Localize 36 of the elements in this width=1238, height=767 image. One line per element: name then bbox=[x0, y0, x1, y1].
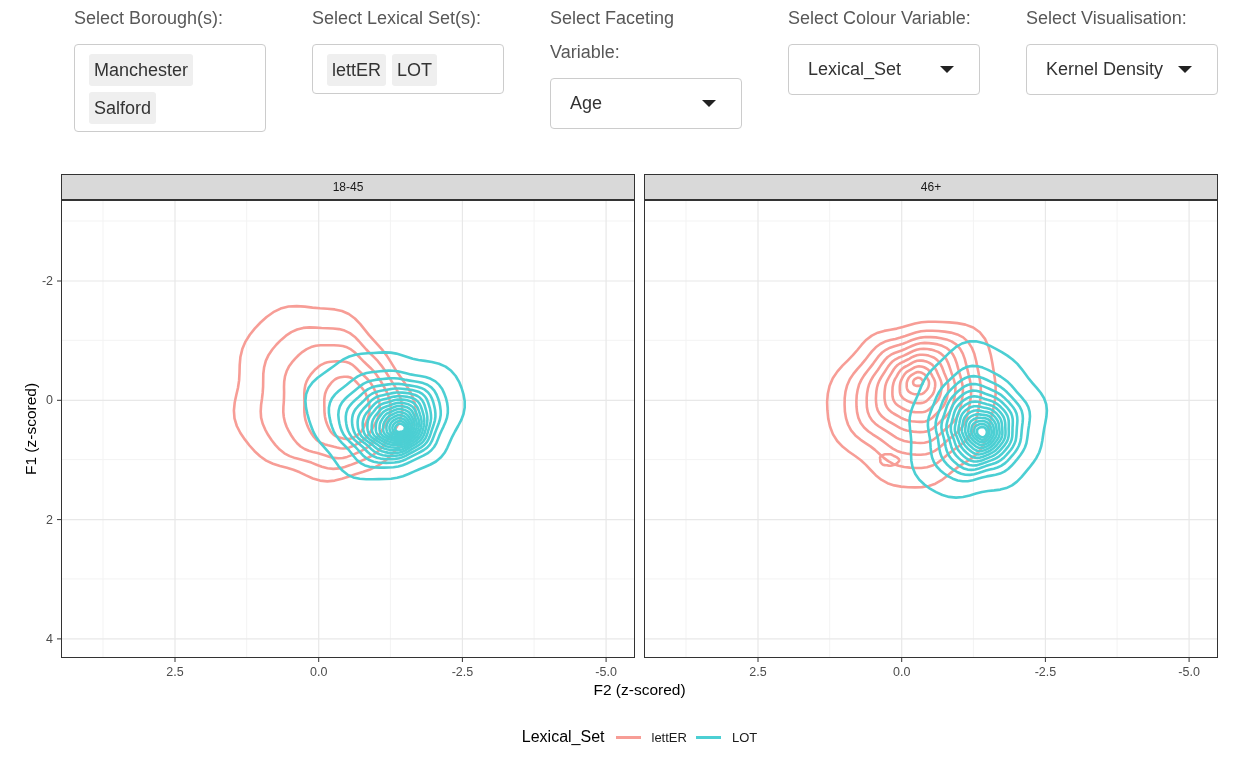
legend-title: Lexical_Set bbox=[521, 728, 605, 746]
field-label: Select Colour Variable: bbox=[788, 7, 971, 30]
selected-tag[interactable]: LOT bbox=[392, 54, 438, 86]
field-label: Select Faceting Variable: bbox=[550, 7, 676, 64]
dropdown[interactable]: Lexical_Set bbox=[788, 44, 980, 95]
caret-icon bbox=[702, 100, 716, 107]
multi-select-field[interactable]: lettER LOT bbox=[312, 44, 504, 94]
axis-tick-label: 0.0 bbox=[893, 665, 911, 679]
caret-icon bbox=[940, 66, 954, 73]
axis-tick-label: 0.0 bbox=[310, 665, 328, 679]
axis-tick-label: -5.0 bbox=[595, 665, 617, 679]
multi-select-field[interactable]: Manchester Salford bbox=[74, 44, 266, 132]
axis-tick-label: -5.0 bbox=[1178, 665, 1200, 679]
axis-title: F2 (z-scored) bbox=[593, 680, 686, 698]
caret-icon bbox=[1178, 66, 1192, 73]
selected-tag[interactable]: Salford bbox=[89, 92, 157, 124]
field-label: Select Visualisation: bbox=[1026, 7, 1187, 30]
legend-label: LOT bbox=[731, 729, 758, 745]
legend-label: lettER bbox=[651, 729, 687, 745]
axis-tick-label: -2 bbox=[41, 274, 53, 288]
axis-tick-label: 2 bbox=[46, 512, 53, 527]
axis-title: F1 (z-scored) bbox=[21, 382, 39, 476]
axis-tick-label: -2.5 bbox=[1034, 665, 1057, 679]
axis-tick-label: 0 bbox=[46, 393, 53, 408]
facet-label: 46+ bbox=[920, 180, 942, 194]
axis-tick-label: 2.5 bbox=[166, 665, 184, 679]
selected-tag[interactable]: Manchester bbox=[89, 54, 194, 86]
facet-label: 18-45 bbox=[332, 180, 364, 194]
selected-tag[interactable]: lettER bbox=[327, 54, 387, 86]
field-label: Select Borough(s): bbox=[74, 7, 224, 30]
field-label: Select Lexical Set(s): bbox=[312, 7, 482, 30]
axis-tick-label: 4 bbox=[46, 631, 53, 646]
dropdown[interactable]: Age bbox=[550, 78, 742, 129]
dropdown[interactable]: Kernel Density bbox=[1026, 44, 1218, 95]
axis-tick-label: 2.5 bbox=[749, 665, 767, 679]
axis-tick-label: -2.5 bbox=[451, 665, 474, 679]
